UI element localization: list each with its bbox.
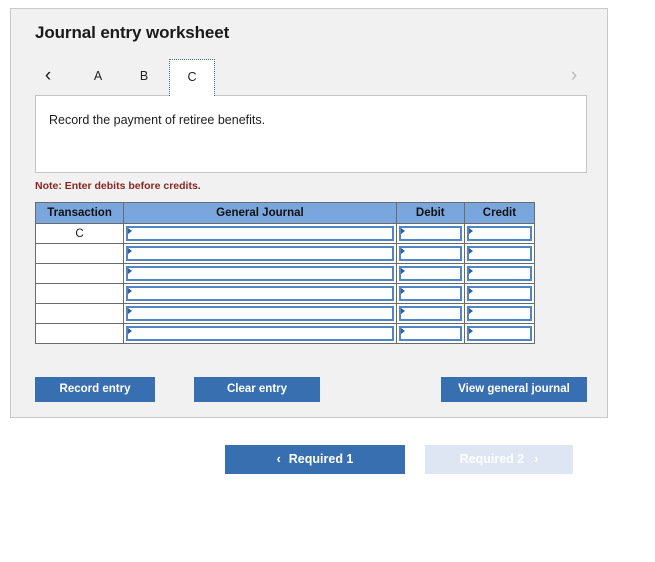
debit-input[interactable] <box>398 245 462 261</box>
transaction-cell <box>34 243 125 264</box>
column-header-transaction: Transaction <box>34 202 125 224</box>
general-journal-select[interactable] <box>126 225 394 241</box>
credit-cell <box>463 323 536 344</box>
general-journal-cell <box>123 263 397 284</box>
table-row <box>34 263 536 284</box>
chevron-right-icon[interactable]: › <box>561 59 587 93</box>
general-journal-select[interactable] <box>126 285 394 301</box>
chevron-left-icon: ‹ <box>276 452 281 466</box>
debit-input[interactable] <box>398 285 462 301</box>
chevron-left-icon[interactable]: ‹ <box>35 59 61 93</box>
table-row: C <box>34 223 536 244</box>
tab-b[interactable]: B <box>123 59 165 93</box>
credit-input[interactable] <box>466 305 532 321</box>
table-header-row: Transaction General Journal Debit Credit <box>34 202 536 224</box>
debit-cell <box>395 303 465 324</box>
table-row <box>34 283 536 304</box>
journal-entry-panel: Journal entry worksheet ‹ A B C › Record… <box>10 8 608 418</box>
debit-cell <box>395 243 465 264</box>
journal-table-body: C <box>34 223 536 344</box>
column-header-debit: Debit <box>395 202 465 224</box>
credit-input[interactable] <box>466 225 532 241</box>
general-journal-cell <box>123 283 397 304</box>
general-journal-select[interactable] <box>126 245 394 261</box>
general-journal-cell <box>123 323 397 344</box>
debit-cell <box>395 323 465 344</box>
table-row <box>34 323 536 344</box>
general-journal-cell <box>123 223 397 244</box>
credit-cell <box>463 303 536 324</box>
journal-entry-table: Transaction General Journal Debit Credit… <box>34 202 536 344</box>
general-journal-cell <box>123 303 397 324</box>
general-journal-select[interactable] <box>126 305 394 321</box>
credit-input[interactable] <box>466 245 532 261</box>
transaction-description-text: Record the payment of retiree benefits. <box>49 113 266 127</box>
debit-input[interactable] <box>398 325 462 341</box>
chevron-right-icon: › <box>534 452 539 466</box>
transaction-cell: C <box>34 223 125 244</box>
debit-cell <box>395 263 465 284</box>
credit-input[interactable] <box>466 285 532 301</box>
general-journal-select[interactable] <box>126 265 394 281</box>
debit-input[interactable] <box>398 305 462 321</box>
credit-cell <box>463 263 536 284</box>
debit-cell <box>395 283 465 304</box>
debit-cell <box>395 223 465 244</box>
required-2-nav-button[interactable]: Required 2 › <box>425 445 573 474</box>
clear-entry-button[interactable]: Clear entry <box>194 377 320 402</box>
general-journal-cell <box>123 243 397 264</box>
credit-cell <box>463 243 536 264</box>
tab-a[interactable]: A <box>77 59 119 93</box>
tab-c[interactable]: C <box>169 59 215 96</box>
column-header-credit: Credit <box>463 202 536 224</box>
general-journal-select[interactable] <box>126 325 394 341</box>
required-2-label: Required 2 <box>459 452 525 466</box>
table-row <box>34 303 536 324</box>
worksheet-screen: Journal entry worksheet ‹ A B C › Record… <box>0 0 655 562</box>
credit-input[interactable] <box>466 265 532 281</box>
transaction-cell <box>34 303 125 324</box>
required-1-nav-button[interactable]: ‹ Required 1 <box>225 445 405 474</box>
credit-cell <box>463 223 536 244</box>
debit-input[interactable] <box>398 225 462 241</box>
transaction-tabs: ‹ A B C › <box>35 59 587 96</box>
debits-before-credits-note: Note: Enter debits before credits. <box>35 180 201 192</box>
required-1-label: Required 1 <box>288 452 354 466</box>
table-row <box>34 243 536 264</box>
transaction-description-box: Record the payment of retiree benefits. <box>35 95 587 173</box>
transaction-cell <box>34 263 125 284</box>
page-title: Journal entry worksheet <box>35 23 230 42</box>
column-header-general-journal: General Journal <box>123 202 397 224</box>
debit-input[interactable] <box>398 265 462 281</box>
view-general-journal-button[interactable]: View general journal <box>441 377 587 402</box>
credit-input[interactable] <box>466 325 532 341</box>
transaction-cell <box>34 323 125 344</box>
transaction-cell <box>34 283 125 304</box>
credit-cell <box>463 283 536 304</box>
record-entry-button[interactable]: Record entry <box>35 377 155 402</box>
